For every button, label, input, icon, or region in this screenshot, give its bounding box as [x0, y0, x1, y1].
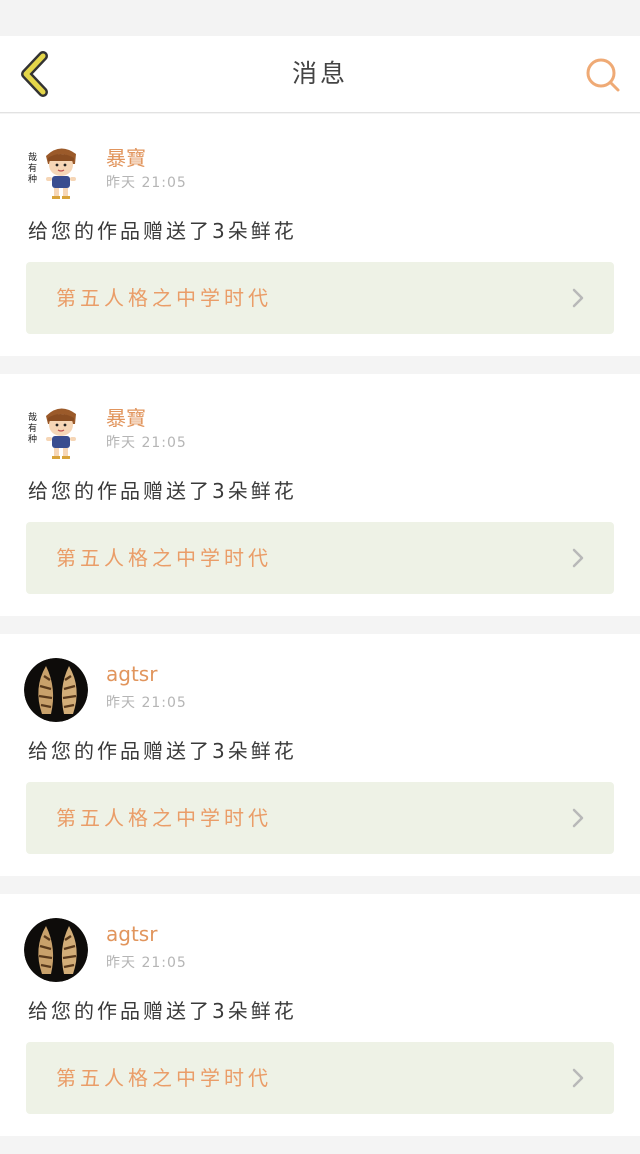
work-title: 第五人格之中学时代 [56, 806, 272, 830]
chevron-right-icon [572, 808, 584, 828]
username[interactable]: 暴寶 [106, 142, 146, 171]
notification-message: 给您的作品赠送了3朵鲜花 [28, 739, 297, 763]
shell-photo-avatar-icon [24, 658, 88, 722]
svg-text:哉: 哉 [28, 411, 37, 423]
timestamp: 昨天 21:05 [106, 435, 187, 451]
svg-text:种: 种 [28, 433, 37, 445]
search-icon [586, 58, 620, 92]
notification-card: agtsr 昨天 21:05 给您的作品赠送了3朵鲜花 第五人格之中学时代 [0, 894, 640, 1136]
chevron-right-icon [572, 1068, 584, 1088]
work-title: 第五人格之中学时代 [56, 1066, 272, 1090]
user-avatar[interactable]: 哉 有 种 [24, 398, 88, 462]
notification-card: agtsr 昨天 21:05 给您的作品赠送了3朵鲜花 第五人格之中学时代 [0, 634, 640, 876]
page-title: 消息 [291, 59, 348, 88]
notification-card: 哉 有 种 暴寶 昨天 21:05 给您的作品赠送了3朵鲜花 第五人格之中学时代 [0, 374, 640, 616]
username[interactable]: agtsr [106, 922, 157, 946]
work-title: 第五人格之中学时代 [56, 546, 272, 570]
timestamp: 昨天 21:05 [106, 175, 187, 191]
shell-photo-avatar-icon [24, 918, 88, 982]
svg-text:有: 有 [28, 422, 37, 434]
work-link[interactable]: 第五人格之中学时代 [26, 262, 614, 334]
notification-card: 哉 有 种 暴寶 昨天 21:05 给您的作品赠送了3朵鲜花 第五人格之中学时代 [0, 114, 640, 356]
work-link[interactable]: 第五人格之中学时代 [26, 782, 614, 854]
work-link[interactable]: 第五人格之中学时代 [26, 1042, 614, 1114]
work-link[interactable]: 第五人格之中学时代 [26, 522, 614, 594]
svg-text:种: 种 [28, 173, 37, 185]
notification-message: 给您的作品赠送了3朵鲜花 [28, 219, 297, 243]
username[interactable]: 暴寶 [106, 402, 146, 431]
search-button[interactable] [578, 50, 628, 100]
svg-text:哉: 哉 [28, 151, 37, 163]
chevron-right-icon [572, 548, 584, 568]
work-title: 第五人格之中学时代 [56, 286, 272, 310]
svg-text:有: 有 [28, 162, 37, 174]
notification-message: 给您的作品赠送了3朵鲜花 [28, 479, 297, 503]
timestamp: 昨天 21:05 [106, 955, 187, 971]
notification-message: 给您的作品赠送了3朵鲜花 [28, 999, 297, 1023]
notification-list: 哉 有 种 暴寶 昨天 21:05 给您的作品赠送了3朵鲜花 第五人格之中学时代… [0, 114, 640, 1154]
username[interactable]: agtsr [106, 662, 157, 686]
cartoon-boy-avatar-icon: 哉 有 种 [24, 138, 88, 202]
cartoon-boy-avatar-icon: 哉 有 种 [24, 398, 88, 462]
status-bar [0, 0, 640, 36]
user-avatar[interactable] [24, 658, 88, 722]
chevron-right-icon [572, 288, 584, 308]
user-avatar[interactable]: 哉 有 种 [24, 138, 88, 202]
timestamp: 昨天 21:05 [106, 695, 187, 711]
top-nav-bar: 消息 [0, 36, 640, 113]
user-avatar[interactable] [24, 918, 88, 982]
